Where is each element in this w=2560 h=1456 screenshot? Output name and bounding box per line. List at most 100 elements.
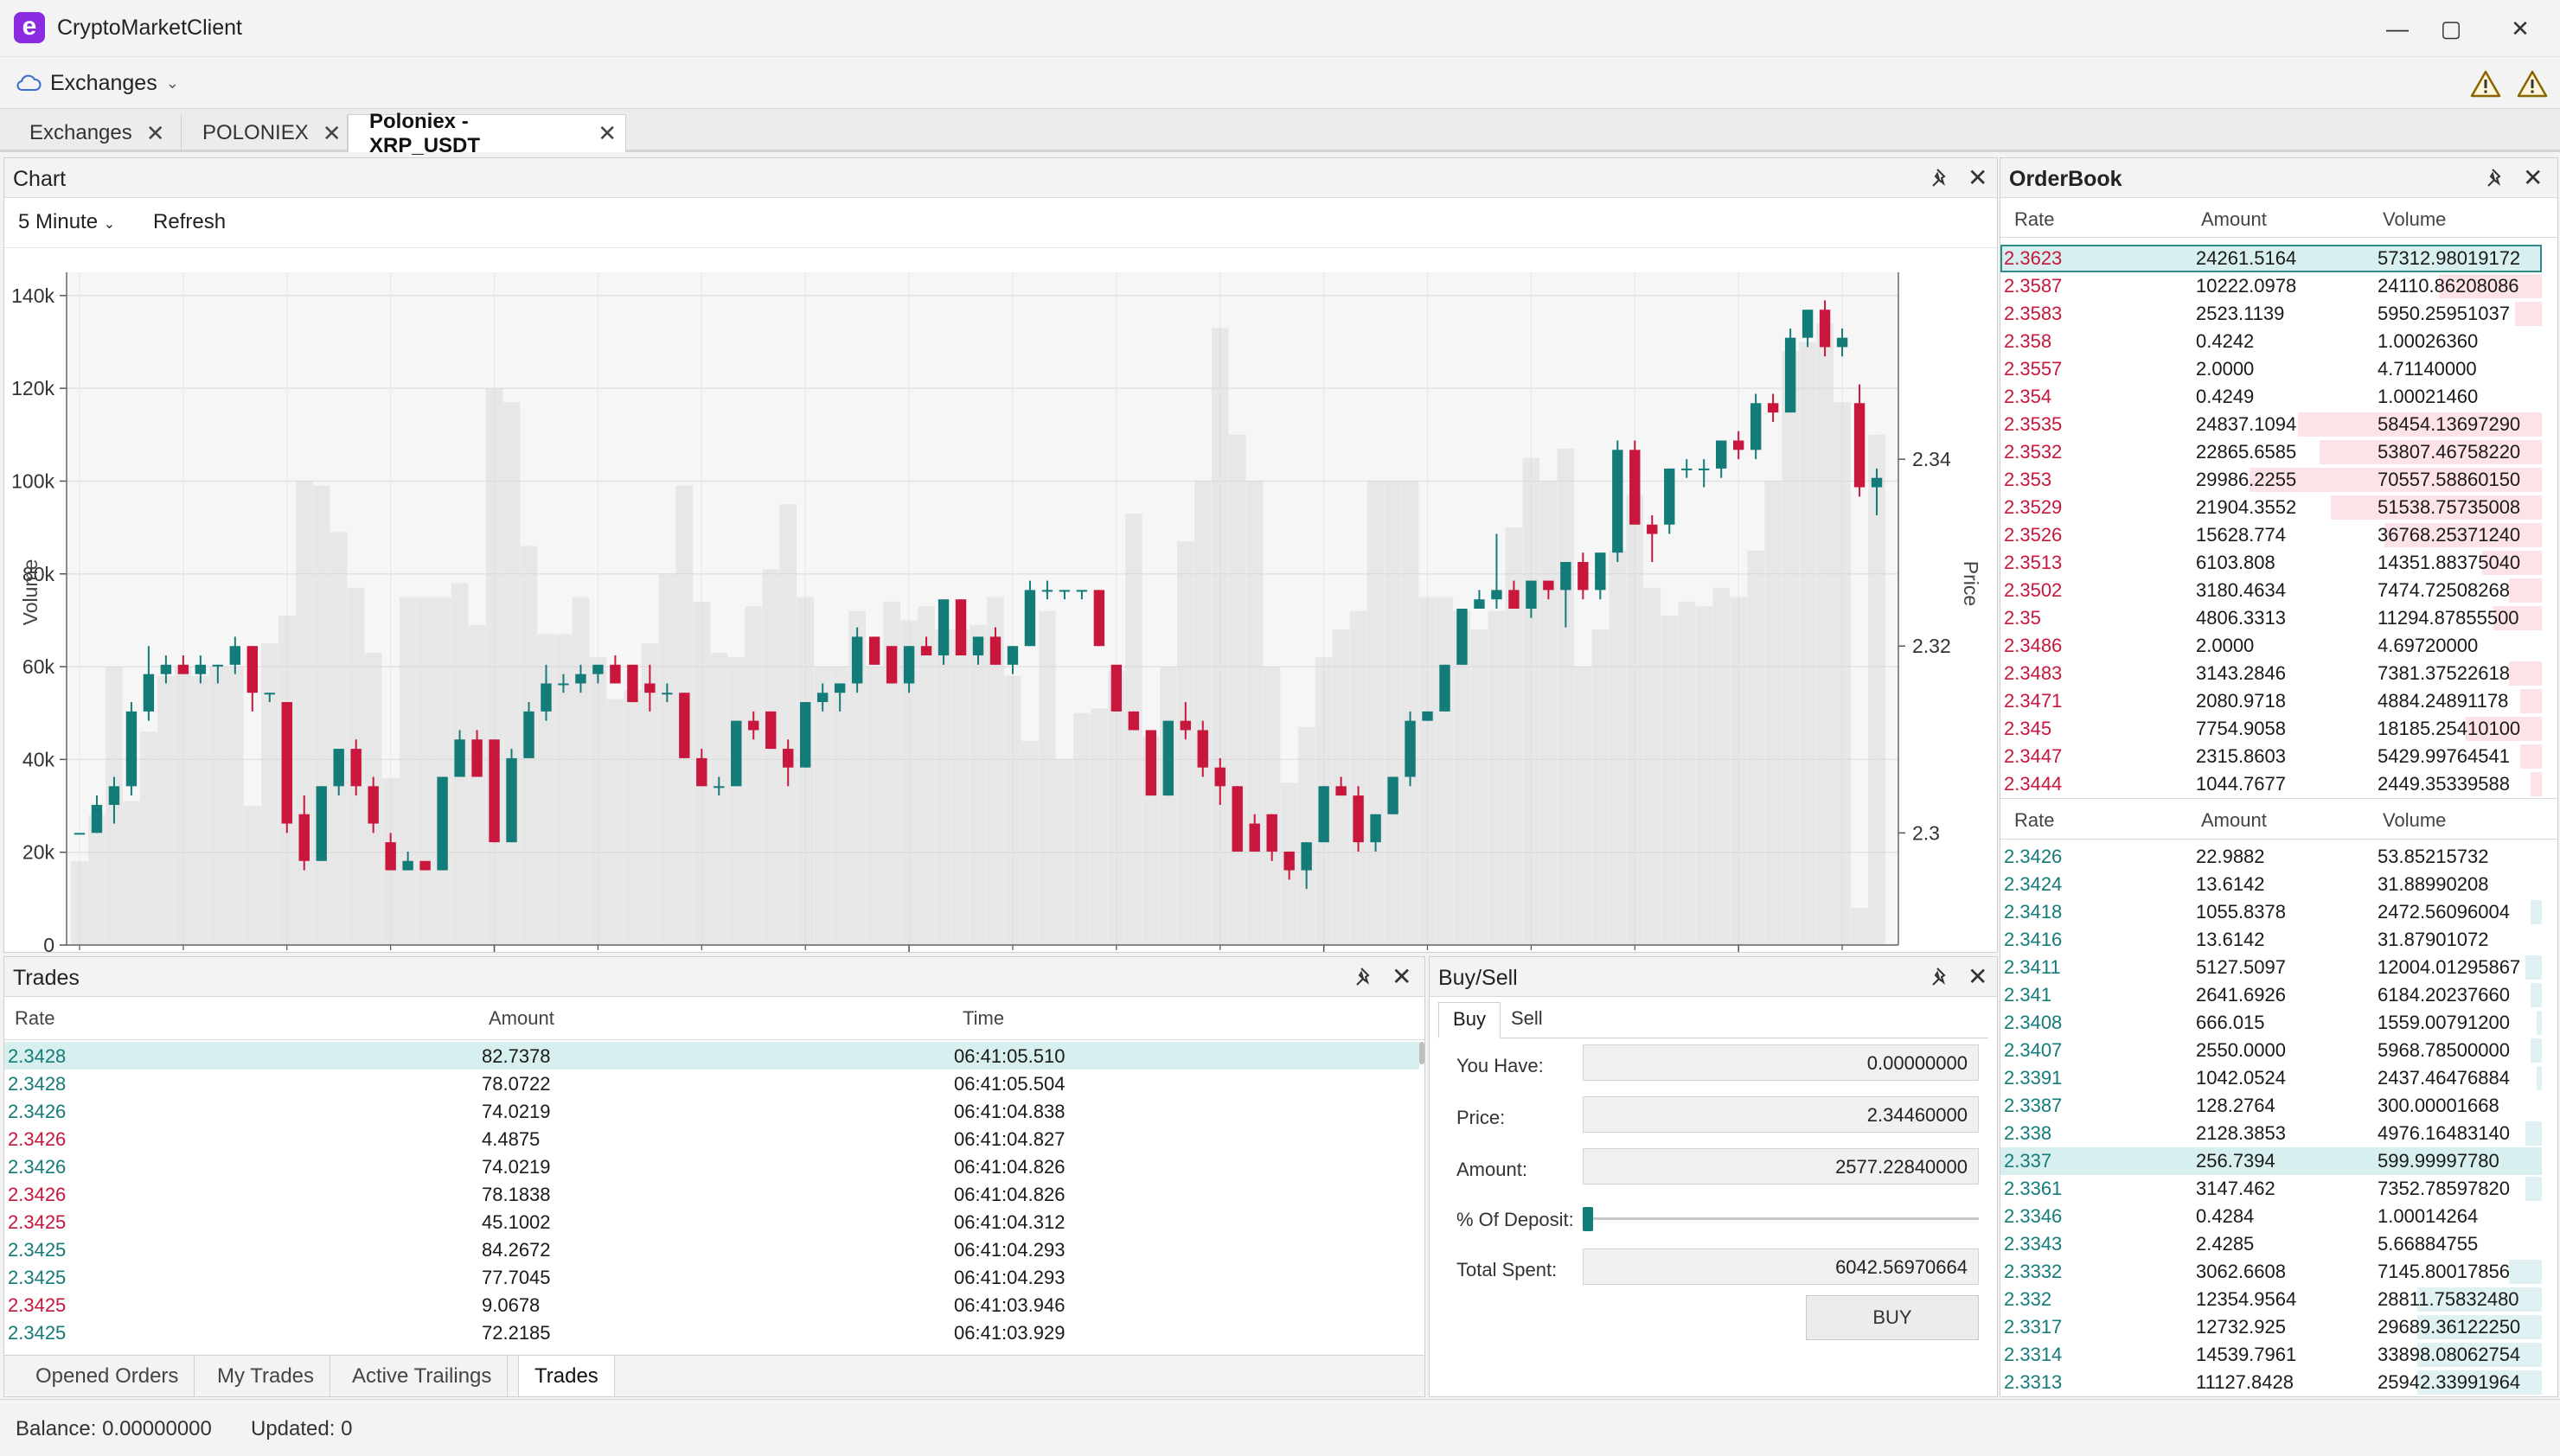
asks-list[interactable]: 2.3623 24261.5164 57312.98019172 2.3587 1022… (2000, 245, 2557, 798)
tab-buy[interactable]: Buy (1438, 1002, 1501, 1038)
ask-row[interactable]: 2.3526 15628.774 36768.25371240 (2000, 521, 2542, 549)
warning-icon[interactable] (2517, 69, 2548, 99)
time-column-header[interactable]: Time (963, 1007, 1004, 1030)
ask-row[interactable]: 2.3471 2080.9718 4884.24891178 (2000, 687, 2542, 715)
rate-column-header[interactable]: Rate (2014, 208, 2054, 231)
bid-row[interactable]: 2.3411 5127.5097 12004.01295867 (2000, 954, 2542, 981)
tab-sell[interactable]: Sell (1511, 1007, 1543, 1030)
price-chart[interactable]: 020k40k60k80k100k120k140k2.32.322.3412:0… (4, 248, 1997, 952)
volume-column-header[interactable]: Volume (2383, 208, 2446, 231)
price-field[interactable]: 2.34460000 (1583, 1096, 1979, 1133)
ask-row[interactable]: 2.3557 2.0000 4.71140000 (2000, 355, 2542, 383)
trade-row[interactable]: 2.3425 84.2672 06:41:04.293 (4, 1236, 1419, 1263)
close-tab-icon[interactable]: ✕ (146, 120, 165, 147)
bid-row[interactable]: 2.3317 12732.925 29689.36122250 (2000, 1313, 2542, 1341)
tab-my-trades[interactable]: My Trades (202, 1356, 331, 1397)
ask-row[interactable]: 2.3623 24261.5164 57312.98019172 (2000, 245, 2542, 272)
tab-active-trailings[interactable]: Active Trailings (336, 1356, 509, 1397)
warning-icon[interactable] (2470, 69, 2501, 99)
tab-exchanges[interactable]: Exchanges ✕ (9, 114, 182, 152)
bids-list[interactable]: 2.3426 22.9882 53.85215732 2.3424 13.6142 31.… (2000, 843, 2557, 1396)
bid-row[interactable]: 2.3407 2550.0000 5968.78500000 (2000, 1037, 2542, 1064)
ask-row[interactable]: 2.3587 10222.0978 24110.86208086 (2000, 272, 2542, 300)
amount-column-header[interactable]: Amount (2201, 809, 2267, 832)
bid-row[interactable]: 2.3391 1042.0524 2437.46476884 (2000, 1064, 2542, 1092)
amount-field[interactable]: 2577.22840000 (1583, 1148, 1979, 1185)
close-tab-icon[interactable]: ✕ (323, 120, 342, 147)
bid-row[interactable]: 2.3343 2.4285 5.66884755 (2000, 1230, 2542, 1258)
bid-row[interactable]: 2.337 256.7394 599.99997780 (2000, 1147, 2542, 1175)
trade-row[interactable]: 2.3428 82.7378 06:41:05.510 (4, 1042, 1419, 1070)
bid-row[interactable]: 2.3416 13.6142 31.87901072 (2000, 926, 2542, 954)
close-panel-icon[interactable]: ✕ (1968, 163, 1987, 192)
ask-row[interactable]: 2.3483 3143.2846 7381.37522618 (2000, 660, 2542, 687)
trade-row[interactable]: 2.3425 45.1002 06:41:04.312 (4, 1208, 1419, 1236)
ask-row[interactable]: 2.3583 2523.1139 5950.25951037 (2000, 300, 2542, 328)
bid-row[interactable]: 2.3426 22.9882 53.85215732 (2000, 843, 2542, 871)
tab-trades[interactable]: Trades (518, 1356, 615, 1397)
tab-poloniex-xrp-usdt[interactable]: Poloniex - XRP_USDT ✕ (348, 110, 626, 157)
interval-dropdown[interactable]: 5 Minute ⌄ (18, 210, 115, 234)
bid-row[interactable]: 2.3332 3062.6608 7145.80017856 (2000, 1258, 2542, 1286)
maximize-button[interactable]: ▢ (2434, 12, 2468, 45)
bid-row[interactable]: 2.3361 3147.462 7352.78597820 (2000, 1175, 2542, 1203)
bid-row[interactable]: 2.3418 1055.8378 2472.56096004 (2000, 898, 2542, 926)
close-panel-icon[interactable]: ✕ (1968, 962, 1987, 991)
close-panel-icon[interactable]: ✕ (2523, 163, 2543, 192)
trade-row[interactable]: 2.3425 77.7045 06:41:04.293 (4, 1263, 1419, 1291)
ask-row[interactable]: 2.3486 2.0000 4.69720000 (2000, 632, 2542, 660)
bid-row[interactable]: 2.3424 13.6142 31.88990208 (2000, 871, 2542, 898)
trade-row[interactable]: 2.3426 4.4875 06:41:04.827 (4, 1125, 1419, 1153)
bid-row[interactable]: 2.3346 0.4284 1.00014264 (2000, 1203, 2542, 1230)
bid-row[interactable]: 2.3314 14539.7961 33898.08062754 (2000, 1341, 2542, 1369)
trades-list[interactable]: 2.3428 82.7378 06:41:05.510 2.3428 78.0722 06… (4, 1042, 1424, 1351)
trade-row[interactable]: 2.3428 78.0722 06:41:05.504 (4, 1070, 1419, 1097)
ask-row[interactable]: 2.345 7754.9058 18185.25410100 (2000, 715, 2542, 743)
trade-row[interactable]: 2.3425 9.0678 06:41:03.946 (4, 1291, 1419, 1319)
ask-row[interactable]: 2.3535 24837.1094 58454.13697290 (2000, 411, 2542, 438)
trade-row[interactable]: 2.3425 72.2185 06:41:03.929 (4, 1319, 1419, 1346)
trade-row[interactable]: 2.3426 78.1838 06:41:04.826 (4, 1180, 1419, 1208)
you-have-field[interactable]: 0.00000000 (1583, 1044, 1979, 1081)
close-tab-icon[interactable]: ✕ (598, 120, 617, 147)
tab-opened-orders[interactable]: Opened Orders (20, 1356, 195, 1397)
pin-icon[interactable] (2485, 167, 2507, 189)
minimize-button[interactable]: — (2380, 12, 2415, 45)
pin-icon[interactable] (1930, 966, 1952, 988)
bid-row[interactable]: 2.3313 11127.8428 25942.33991964 (2000, 1369, 2542, 1396)
amount-column-header[interactable]: Amount (2201, 208, 2267, 231)
volume-column-header[interactable]: Volume (2383, 809, 2446, 832)
ask-row[interactable]: 2.354 0.4249 1.00021460 (2000, 383, 2542, 411)
ask-row[interactable]: 2.358 0.4242 1.00026360 (2000, 328, 2542, 355)
trades-scrollbar[interactable] (1419, 1042, 1424, 1064)
close-window-button[interactable]: ✕ (2503, 12, 2538, 45)
bid-row[interactable]: 2.338 2128.3853 4976.16483140 (2000, 1120, 2542, 1147)
pin-icon[interactable] (1930, 167, 1952, 189)
exchanges-menu[interactable]: Exchanges ⌄ (16, 67, 179, 99)
ask-row[interactable]: 2.3529 21904.3552 51538.75735008 (2000, 494, 2542, 521)
bid-row[interactable]: 2.341 2641.6926 6184.20237660 (2000, 981, 2542, 1009)
trade-row[interactable]: 2.3426 74.0219 06:41:04.826 (4, 1153, 1419, 1180)
deposit-slider-thumb[interactable] (1583, 1207, 1593, 1231)
rate-column-header[interactable]: Rate (15, 1007, 54, 1030)
ask-row[interactable]: 2.3444 1044.7677 2449.35339588 (2000, 770, 2542, 798)
bid-row[interactable]: 2.332 12354.9564 28811.75832480 (2000, 1286, 2542, 1313)
trade-row[interactable]: 2.3425 6.0643 06:41:03.935 (4, 1346, 1419, 1351)
ask-row[interactable]: 2.353 29986.2255 70557.58860150 (2000, 466, 2542, 494)
bid-row[interactable]: 2.3408 666.015 1559.00791200 (2000, 1009, 2542, 1037)
amount-column-header[interactable]: Amount (489, 1007, 554, 1030)
pin-icon[interactable] (1354, 966, 1376, 988)
close-panel-icon[interactable]: ✕ (1392, 962, 1411, 991)
ask-row[interactable]: 2.3502 3180.4634 7474.72508268 (2000, 577, 2542, 604)
buy-button[interactable]: BUY (1806, 1295, 1979, 1340)
total-spent-field[interactable]: 6042.56970664 (1583, 1248, 1979, 1285)
trade-row[interactable]: 2.3426 74.0219 06:41:04.838 (4, 1097, 1419, 1125)
rate-column-header[interactable]: Rate (2014, 809, 2054, 832)
tab-poloniex[interactable]: POLONIEX ✕ (182, 114, 348, 152)
ask-row[interactable]: 2.3532 22865.6585 53807.46758220 (2000, 438, 2542, 466)
refresh-button[interactable]: Refresh (153, 210, 226, 234)
ask-row[interactable]: 2.35 4806.3313 11294.87855500 (2000, 604, 2542, 632)
ask-row[interactable]: 2.3447 2315.8603 5429.99764541 (2000, 743, 2542, 770)
bid-row[interactable]: 2.3387 128.2764 300.00001668 (2000, 1092, 2542, 1120)
deposit-slider-track[interactable] (1583, 1217, 1979, 1220)
